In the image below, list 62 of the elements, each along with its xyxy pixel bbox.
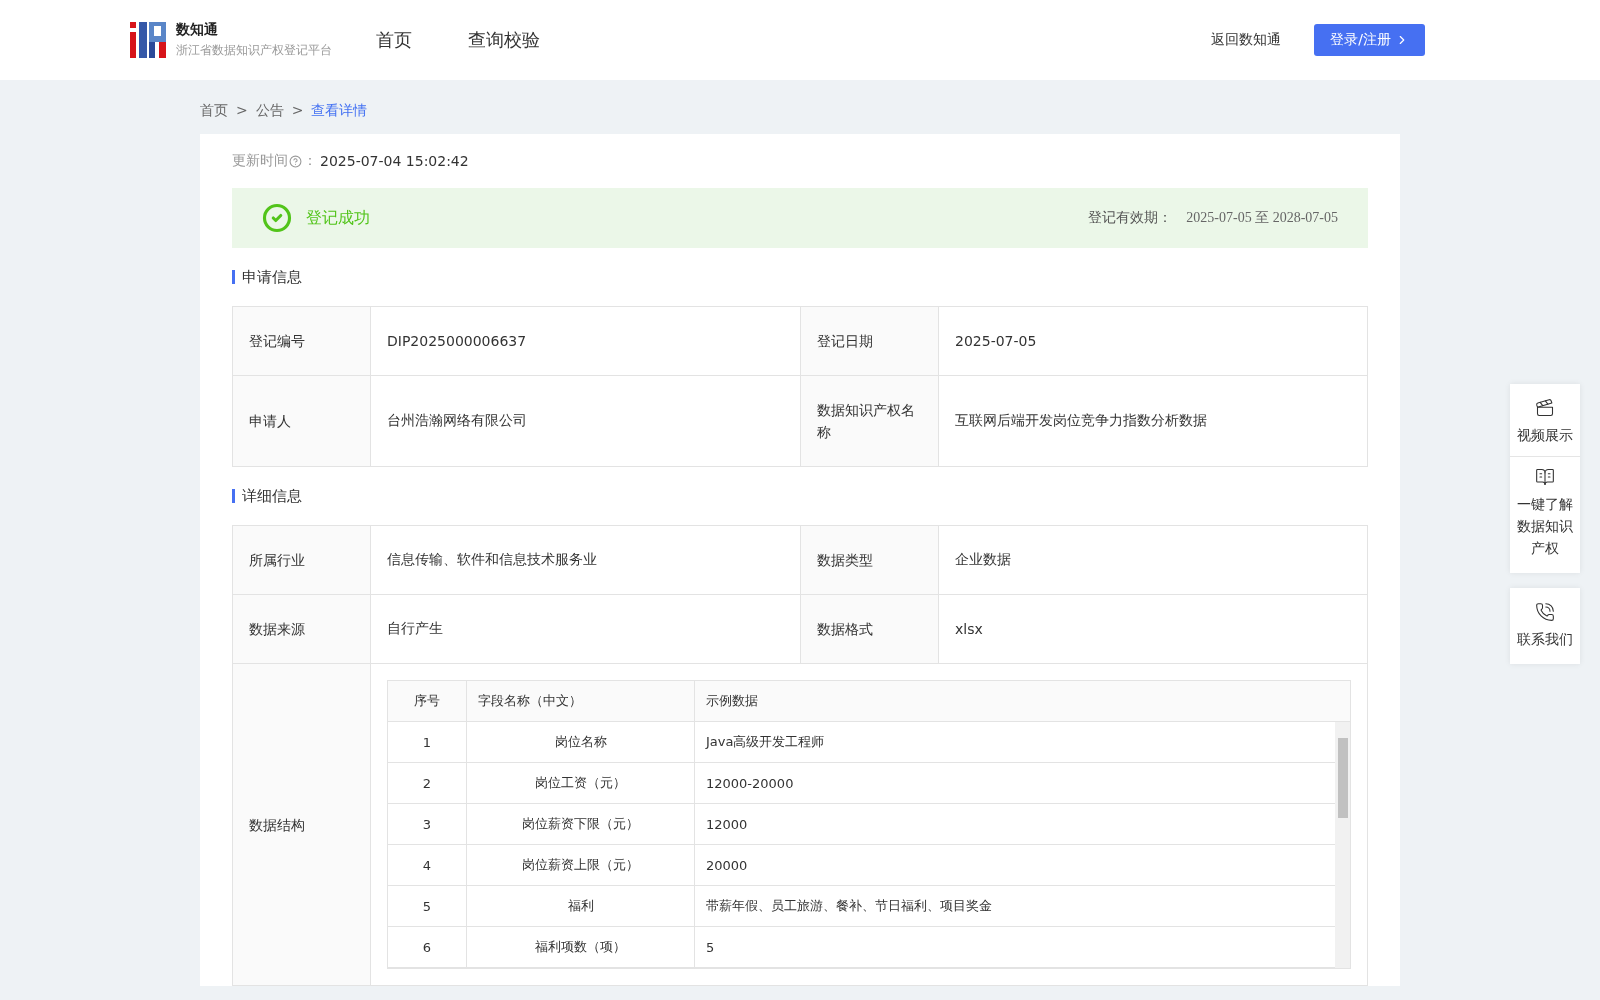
table-cell: 福利项数（项） — [467, 927, 695, 967]
update-label: 更新时间 — [232, 152, 288, 170]
table-cell-text: 5 — [705, 938, 716, 957]
side-link[interactable]: 视频展示 — [1510, 388, 1580, 456]
validity-label: 登记有效期： — [1088, 209, 1173, 227]
table-cell: 岗位名称 — [467, 722, 695, 762]
table-cell: 4 — [388, 845, 467, 885]
logo-subtitle: 浙江省数据知识产权登记平台 — [176, 42, 332, 59]
phone-icon — [1535, 602, 1555, 622]
side-link[interactable]: 一键了解数据知识产权 — [1510, 456, 1580, 569]
section-title: 详细信息 — [232, 489, 1368, 503]
field-value: xlsx — [939, 595, 1367, 664]
table-cell-text: 带薪年假、员工旅游、餐补、节日福利、项目奖金 — [705, 897, 993, 915]
field-label: 数据类型 — [801, 526, 939, 595]
back-link[interactable]: 返回数知通 — [1211, 31, 1282, 49]
status-text: 登记成功 — [306, 207, 371, 229]
field-label: 数据知识产权名称 — [801, 376, 939, 467]
table-cell: 2 — [388, 763, 467, 803]
breadcrumb-link[interactable]: 首页 — [200, 102, 228, 120]
film-icon — [1535, 398, 1555, 418]
table-cell: 岗位薪资下限（元） — [467, 804, 695, 844]
scrollbar[interactable] — [1335, 722, 1350, 968]
field-label: 数据格式 — [801, 595, 939, 664]
breadcrumb-link[interactable]: 查看详情 — [311, 102, 368, 120]
field-value: 企业数据 — [939, 526, 1367, 595]
field-label: 申请人 — [233, 376, 371, 467]
field-label: 登记日期 — [801, 307, 939, 376]
column-header: 字段名称（中文） — [467, 681, 695, 721]
table-cell: 6 — [388, 927, 467, 967]
table-cell-text: 12000 — [705, 815, 749, 834]
column-header: 序号 — [388, 681, 467, 721]
table-cell: 岗位工资（元） — [467, 763, 695, 803]
table-cell-text: 12000-20000 — [705, 774, 795, 793]
field-label: 所属行业 — [233, 526, 371, 595]
field-value: 互联网后端开发岗位竞争力指数分析数据 — [939, 376, 1367, 467]
nav-link[interactable]: 查询校验 — [468, 28, 540, 52]
table-cell-text: 20000 — [705, 856, 749, 875]
section-title: 申请信息 — [232, 270, 1368, 284]
field-value: 2025-07-05 — [939, 307, 1367, 376]
column-header: 示例数据 — [705, 692, 759, 710]
check-icon — [262, 203, 292, 233]
logo-icon — [130, 22, 166, 58]
breadcrumb-separator: > — [236, 102, 248, 120]
table-cell: 1 — [388, 722, 467, 762]
table-cell: 5 — [388, 886, 467, 926]
help-icon[interactable] — [289, 154, 302, 168]
login-button[interactable]: 登录/注册 — [1314, 24, 1425, 56]
field-label: 数据结构 — [233, 664, 371, 986]
update-time: 2025-07-04 15:02:42 — [320, 153, 469, 169]
book-icon — [1535, 467, 1555, 487]
table-cell: 3 — [388, 804, 467, 844]
table-cell-text: Java高级开发工程师 — [704, 733, 826, 751]
colon: ： — [303, 152, 317, 170]
logo-title: 数知通 — [176, 21, 219, 39]
table-cell: 岗位薪资上限（元） — [467, 845, 695, 885]
field-label: 登记编号 — [233, 307, 371, 376]
table-cell: 福利 — [467, 886, 695, 926]
breadcrumb-link[interactable]: 公告 — [255, 102, 284, 120]
validity-period: 2025-07-05 至 2028-07-05 — [1186, 209, 1338, 227]
nav-link[interactable]: 首页 — [376, 28, 412, 52]
breadcrumb-separator: > — [291, 102, 304, 120]
field-label: 数据来源 — [233, 595, 371, 664]
